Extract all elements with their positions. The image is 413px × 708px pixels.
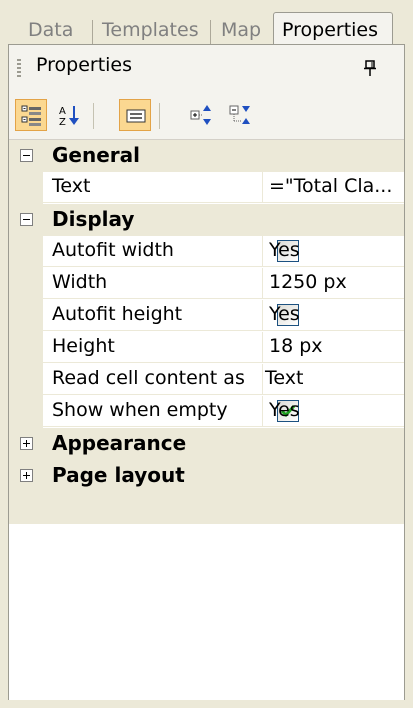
property-name: Read cell content as <box>43 364 263 395</box>
property-value-show-empty[interactable]: Yes <box>263 396 404 427</box>
property-name-label: Autofit width <box>52 239 174 261</box>
category-label: Page layout <box>52 463 185 487</box>
grid-empty-area <box>9 524 404 700</box>
svg-text:Z: Z <box>59 117 66 126</box>
property-name-label: Width <box>52 271 108 293</box>
row-gutter <box>9 236 43 268</box>
category-display[interactable]: Display <box>9 204 404 236</box>
properties-panel: Properties A Z General Text ="Total Cla.… <box>8 44 405 700</box>
property-name: Height <box>43 332 263 363</box>
property-row-width[interactable]: Width 1250 px <box>9 268 404 300</box>
row-gutter <box>9 172 43 204</box>
toolbar-divider <box>159 103 160 129</box>
drag-grip-icon[interactable] <box>17 59 21 77</box>
expand-all-icon <box>190 105 211 125</box>
row-gutter <box>9 396 43 428</box>
property-pages-icon <box>126 109 146 123</box>
toolbar-divider <box>93 103 94 129</box>
row-gutter <box>9 300 43 332</box>
category-label: Display <box>52 207 135 231</box>
property-value-read-cell[interactable]: Text <box>263 364 404 395</box>
row-gutter <box>9 332 43 364</box>
property-value-label: 18 px <box>269 335 323 357</box>
property-name: Width <box>43 268 263 299</box>
property-row-autofit-height[interactable]: Autofit height Yes <box>9 300 404 332</box>
category-general[interactable]: General <box>9 140 404 172</box>
tab-data[interactable]: Data <box>28 14 73 46</box>
tab-divider <box>210 20 211 44</box>
tab-strip: Data Templates Map Properties <box>10 10 403 48</box>
toolbar: A Z <box>9 93 404 137</box>
property-row-text[interactable]: Text ="Total Cla... <box>9 172 404 204</box>
property-value-label: 1250 px <box>269 271 347 293</box>
panel-title-bar: Properties <box>9 45 404 89</box>
property-name-label: Read cell content as <box>52 367 245 389</box>
expand-icon[interactable] <box>20 469 33 482</box>
category-label: Appearance <box>52 431 187 455</box>
sort-alphabetical-button[interactable]: A Z <box>53 99 85 131</box>
svg-text:A: A <box>59 106 66 117</box>
property-value-text[interactable]: ="Total Cla... <box>263 172 404 203</box>
property-name: Autofit width <box>43 236 263 267</box>
property-row-show-empty[interactable]: Show when empty Yes <box>9 396 404 428</box>
expand-icon[interactable] <box>20 437 33 450</box>
property-name: Text <box>43 172 263 203</box>
property-value-autofit-height[interactable]: Yes <box>263 300 404 331</box>
checkbox-label: Yes <box>269 399 300 421</box>
collapse-all-icon <box>229 105 250 124</box>
property-value-height[interactable]: 18 px <box>263 332 404 363</box>
property-name-label: Text <box>52 175 91 197</box>
pin-icon[interactable] <box>361 59 379 77</box>
property-pages-button[interactable] <box>119 99 151 131</box>
property-name: Show when empty <box>43 396 263 427</box>
collapse-icon[interactable] <box>20 213 33 226</box>
tab-templates[interactable]: Templates <box>102 14 199 46</box>
property-grid: General Text ="Total Cla... Display Auto… <box>9 139 404 700</box>
property-row-autofit-width[interactable]: Autofit width Yes <box>9 236 404 268</box>
tab-map[interactable]: Map <box>221 14 261 46</box>
collapse-icon[interactable] <box>20 149 33 162</box>
property-row-height[interactable]: Height 18 px <box>9 332 404 364</box>
collapse-all-button[interactable] <box>224 99 256 131</box>
expand-all-button[interactable] <box>185 99 217 131</box>
tab-divider <box>92 20 93 44</box>
property-name: Autofit height <box>43 300 263 331</box>
property-row-read-cell[interactable]: Read cell content as Text <box>9 364 404 396</box>
property-name-label: Show when empty <box>52 399 228 421</box>
panel-title: Properties <box>36 54 133 76</box>
checkbox-label: Yes <box>269 303 300 325</box>
property-value-label: ="Total Cla... <box>269 175 393 197</box>
category-appearance[interactable]: Appearance <box>9 428 404 460</box>
categorized-button[interactable] <box>15 99 47 131</box>
tab-properties[interactable]: Properties <box>273 12 393 48</box>
row-gutter <box>9 364 43 396</box>
property-value-label: Text <box>265 367 304 389</box>
property-value-autofit-width[interactable]: Yes <box>263 236 404 267</box>
categorized-icon <box>21 105 41 126</box>
sort-az-icon: A Z <box>59 106 79 126</box>
property-value-width[interactable]: 1250 px <box>263 268 404 299</box>
category-label: General <box>52 143 140 167</box>
row-gutter <box>9 268 43 300</box>
checkbox-label: Yes <box>269 239 300 261</box>
grid-gutter-strip <box>9 492 404 524</box>
property-name-label: Autofit height <box>52 303 183 325</box>
category-page-layout[interactable]: Page layout <box>9 460 404 492</box>
property-name-label: Height <box>52 335 115 357</box>
